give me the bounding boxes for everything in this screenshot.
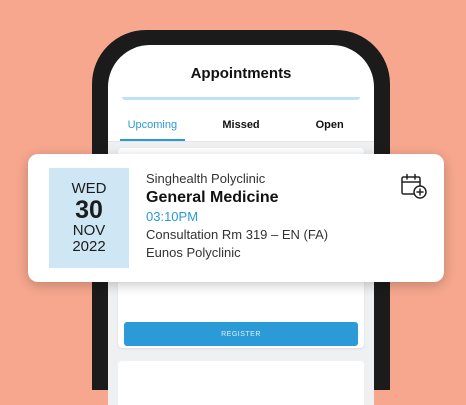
tab-bar: Upcoming Missed Open [108,111,374,141]
appointment-list-card-next [118,361,364,405]
tab-upcoming[interactable]: Upcoming [108,111,197,141]
appointment-service: General Medicine [146,189,279,206]
appointment-day: 30 [75,196,103,224]
calendar-add-icon[interactable] [400,172,428,200]
appointment-time: 03:10PM [146,209,199,224]
page-title: Appointments [190,65,292,82]
register-button[interactable]: REGISTER [124,322,358,346]
header-accent-strip [122,97,360,100]
appointment-day-of-week: WED [71,180,107,197]
tab-missed[interactable]: Missed [197,111,286,141]
appointment-clinic: Singhealth Polyclinic [146,171,266,186]
appointment-room: Consultation Rm 319 – EN (FA) [146,227,329,242]
appointment-year: 2022 [72,238,106,255]
appointment-location: Eunos Polyclinic [146,245,241,260]
appointment-card[interactable]: WED 30 NOV 2022 Singhealth Polyclinic Ge… [28,154,444,282]
appointment-month: NOV [72,222,106,239]
appointment-details: Singhealth Polyclinic General Medicine 0… [146,170,396,262]
date-box: WED 30 NOV 2022 [49,168,129,268]
app-header: Appointments [108,45,374,101]
tab-open[interactable]: Open [285,111,374,141]
